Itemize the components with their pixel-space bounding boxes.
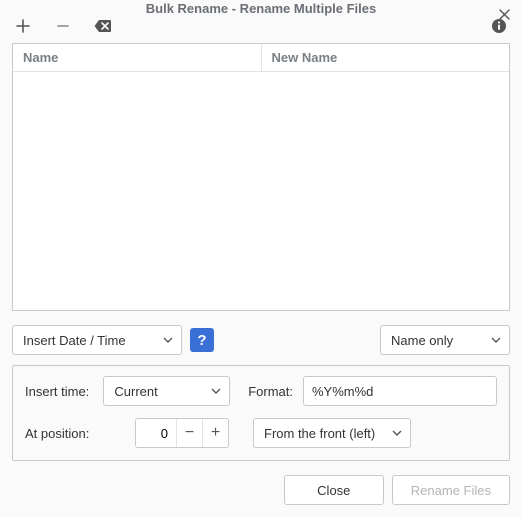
caret-down-icon <box>211 388 221 394</box>
bulk-rename-window: Bulk Rename - Rename Multiple Files <box>0 0 522 517</box>
plus-icon <box>16 19 30 33</box>
file-list: Name New Name <box>12 43 510 311</box>
window-close-button[interactable] <box>496 7 512 23</box>
scope-label: Name only <box>391 333 481 348</box>
file-list-body[interactable] <box>13 72 509 310</box>
footer: Close Rename Files <box>0 471 522 517</box>
insert-time-value: Current <box>114 384 201 399</box>
close-button[interactable]: Close <box>284 475 384 505</box>
format-label: Format: <box>248 384 293 399</box>
position-label: At position: <box>25 426 105 441</box>
position-increment[interactable]: + <box>202 419 228 447</box>
insert-time-label: Insert time: <box>25 384 93 399</box>
rename-mode-label: Insert Date / Time <box>23 333 153 348</box>
toolbar <box>0 17 522 35</box>
question-icon: ? <box>197 332 206 349</box>
scope-dropdown[interactable]: Name only <box>380 325 510 355</box>
titlebar: Bulk Rename - Rename Multiple Files <box>0 0 522 17</box>
minus-icon: − <box>185 424 194 442</box>
plus-icon: + <box>211 424 220 442</box>
mode-row: Insert Date / Time ? Name only <box>12 325 510 355</box>
clear-files-button[interactable] <box>94 17 112 35</box>
position-input[interactable] <box>136 419 176 447</box>
add-file-button[interactable] <box>14 17 32 35</box>
caret-down-icon <box>491 337 501 343</box>
format-input[interactable] <box>303 376 497 406</box>
rename-mode-dropdown[interactable]: Insert Date / Time <box>12 325 182 355</box>
main-content: Name New Name Insert Date / Time ? Name … <box>0 35 522 471</box>
position-row: At position: − + From the front (left) <box>25 418 497 448</box>
options-panel: Insert time: Current Format: At position… <box>12 365 510 461</box>
help-button[interactable]: ? <box>190 328 214 352</box>
caret-down-icon <box>163 337 173 343</box>
column-header-newname[interactable]: New Name <box>262 44 510 71</box>
insert-time-row: Insert time: Current Format: <box>25 376 497 406</box>
position-decrement[interactable]: − <box>176 419 202 447</box>
position-spinner: − + <box>135 418 229 448</box>
close-icon <box>499 7 510 23</box>
minus-icon <box>56 19 70 33</box>
caret-down-icon <box>392 430 402 436</box>
rename-files-button[interactable]: Rename Files <box>392 475 510 505</box>
column-header-name[interactable]: Name <box>13 44 262 71</box>
remove-file-button[interactable] <box>54 17 72 35</box>
window-title: Bulk Rename - Rename Multiple Files <box>146 1 376 16</box>
direction-value: From the front (left) <box>264 426 382 441</box>
file-list-header: Name New Name <box>13 44 509 72</box>
direction-dropdown[interactable]: From the front (left) <box>253 418 411 448</box>
clear-tag-icon <box>94 19 112 33</box>
insert-time-dropdown[interactable]: Current <box>103 376 230 406</box>
